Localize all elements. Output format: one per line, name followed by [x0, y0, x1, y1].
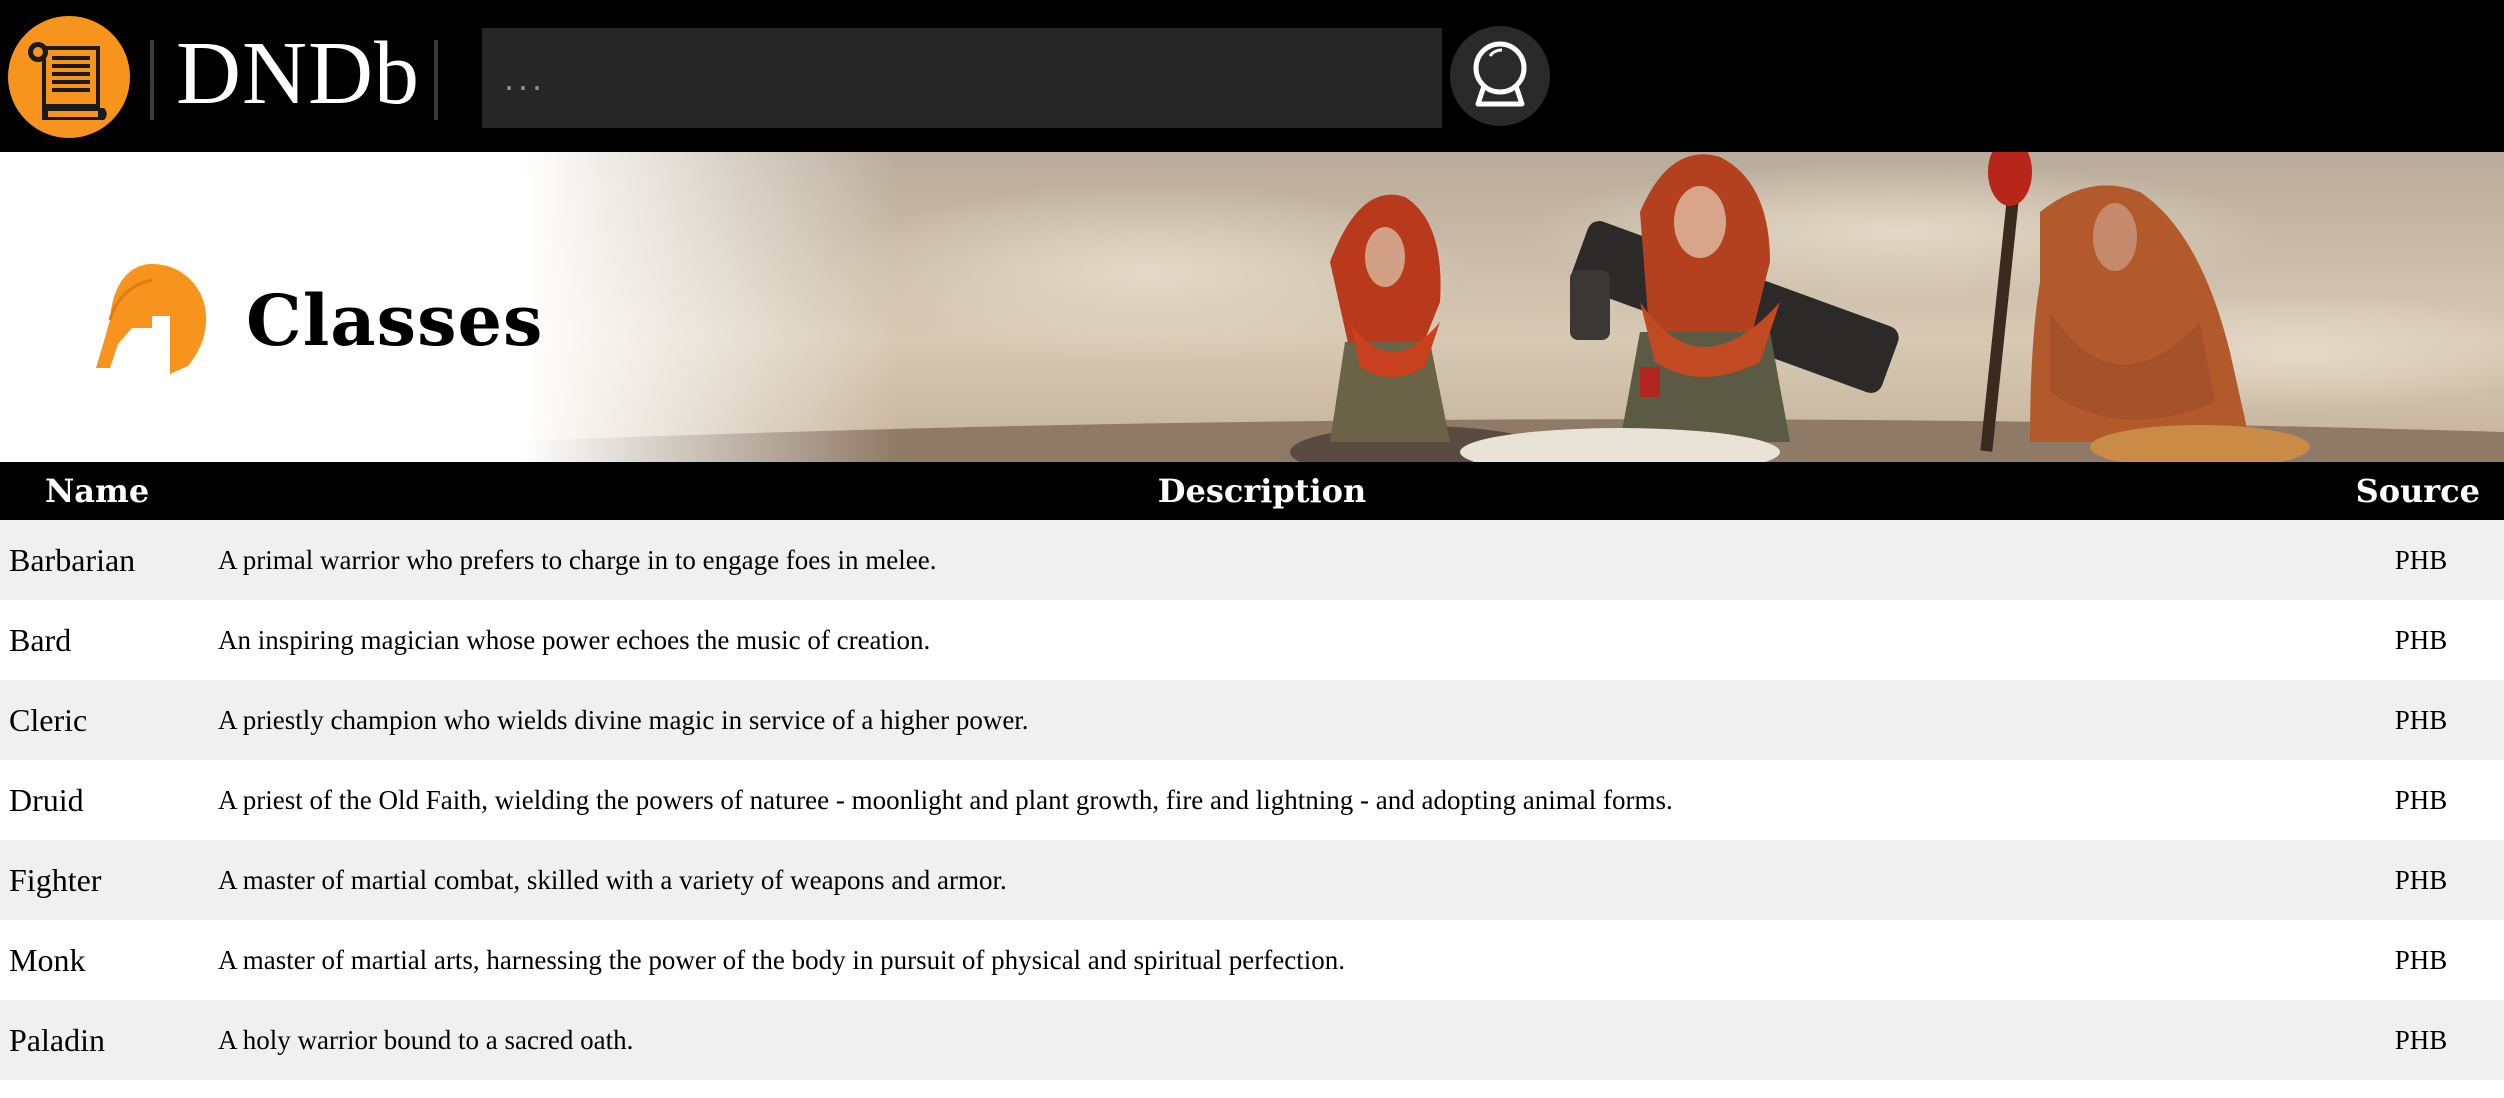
class-name[interactable]: Fighter — [9, 840, 101, 920]
class-description: A holy warrior bound to a sacred oath. — [218, 1025, 634, 1055]
class-name[interactable]: Cleric — [9, 680, 87, 760]
class-description: An inspiring magician whose power echoes… — [218, 625, 931, 655]
crystal-ball-icon — [1473, 41, 1527, 107]
class-name[interactable]: Druid — [9, 760, 84, 840]
top-bar: DNDb — [0, 0, 2504, 152]
table-header: Name Description Source — [0, 462, 2504, 520]
brand-name[interactable]: DNDb — [176, 24, 420, 124]
site-logo[interactable] — [8, 16, 130, 138]
class-name[interactable]: Bard — [9, 600, 71, 680]
table-row[interactable]: Barbarian A primal warrior who prefers t… — [0, 520, 2504, 600]
hero-banner: Classes — [0, 152, 2504, 462]
class-description: A master of martial arts, harnessing the… — [218, 945, 1345, 975]
scroll-icon — [28, 42, 107, 120]
header-divider — [434, 40, 438, 120]
class-source: PHB — [2394, 705, 2448, 735]
page-title: Classes — [246, 279, 544, 362]
class-description: A priest of the Old Faith, wielding the … — [218, 785, 1673, 815]
table-row[interactable]: Druid A priest of the Old Faith, wieldin… — [0, 760, 2504, 840]
class-description: A primal warrior who prefers to charge i… — [218, 545, 937, 575]
class-name[interactable]: Barbarian — [9, 520, 135, 600]
column-header-source[interactable]: Source — [2356, 462, 2480, 520]
class-source: PHB — [2394, 1025, 2448, 1055]
class-source: PHB — [2394, 945, 2448, 975]
table-row[interactable]: Fighter A master of martial combat, skil… — [0, 840, 2504, 920]
class-name[interactable]: Monk — [9, 920, 85, 1000]
search-button[interactable] — [1450, 26, 1550, 126]
class-name[interactable]: Paladin — [9, 1000, 105, 1080]
class-description: A priestly champion who wields divine ma… — [218, 705, 1029, 735]
table-row[interactable]: Cleric A priestly champion who wields di… — [0, 680, 2504, 760]
class-description: A master of martial combat, skilled with… — [218, 865, 1007, 895]
table-body: Barbarian A primal warrior who prefers t… — [0, 520, 2504, 1080]
search-input[interactable] — [482, 28, 1442, 128]
table-row[interactable]: Monk A master of martial arts, harnessin… — [0, 920, 2504, 1000]
class-source: PHB — [2394, 785, 2448, 815]
table-row[interactable]: Bard An inspiring magician whose power e… — [0, 600, 2504, 680]
table-row[interactable]: Paladin A holy warrior bound to a sacred… — [0, 1000, 2504, 1080]
classes-table: Name Description Source Barbarian A prim… — [0, 462, 2504, 1080]
helmet-icon — [92, 258, 212, 382]
header-divider — [150, 40, 154, 120]
class-source: PHB — [2394, 625, 2448, 655]
class-source: PHB — [2394, 545, 2448, 575]
column-header-description[interactable]: Description — [0, 462, 2504, 520]
class-source: PHB — [2394, 865, 2448, 895]
